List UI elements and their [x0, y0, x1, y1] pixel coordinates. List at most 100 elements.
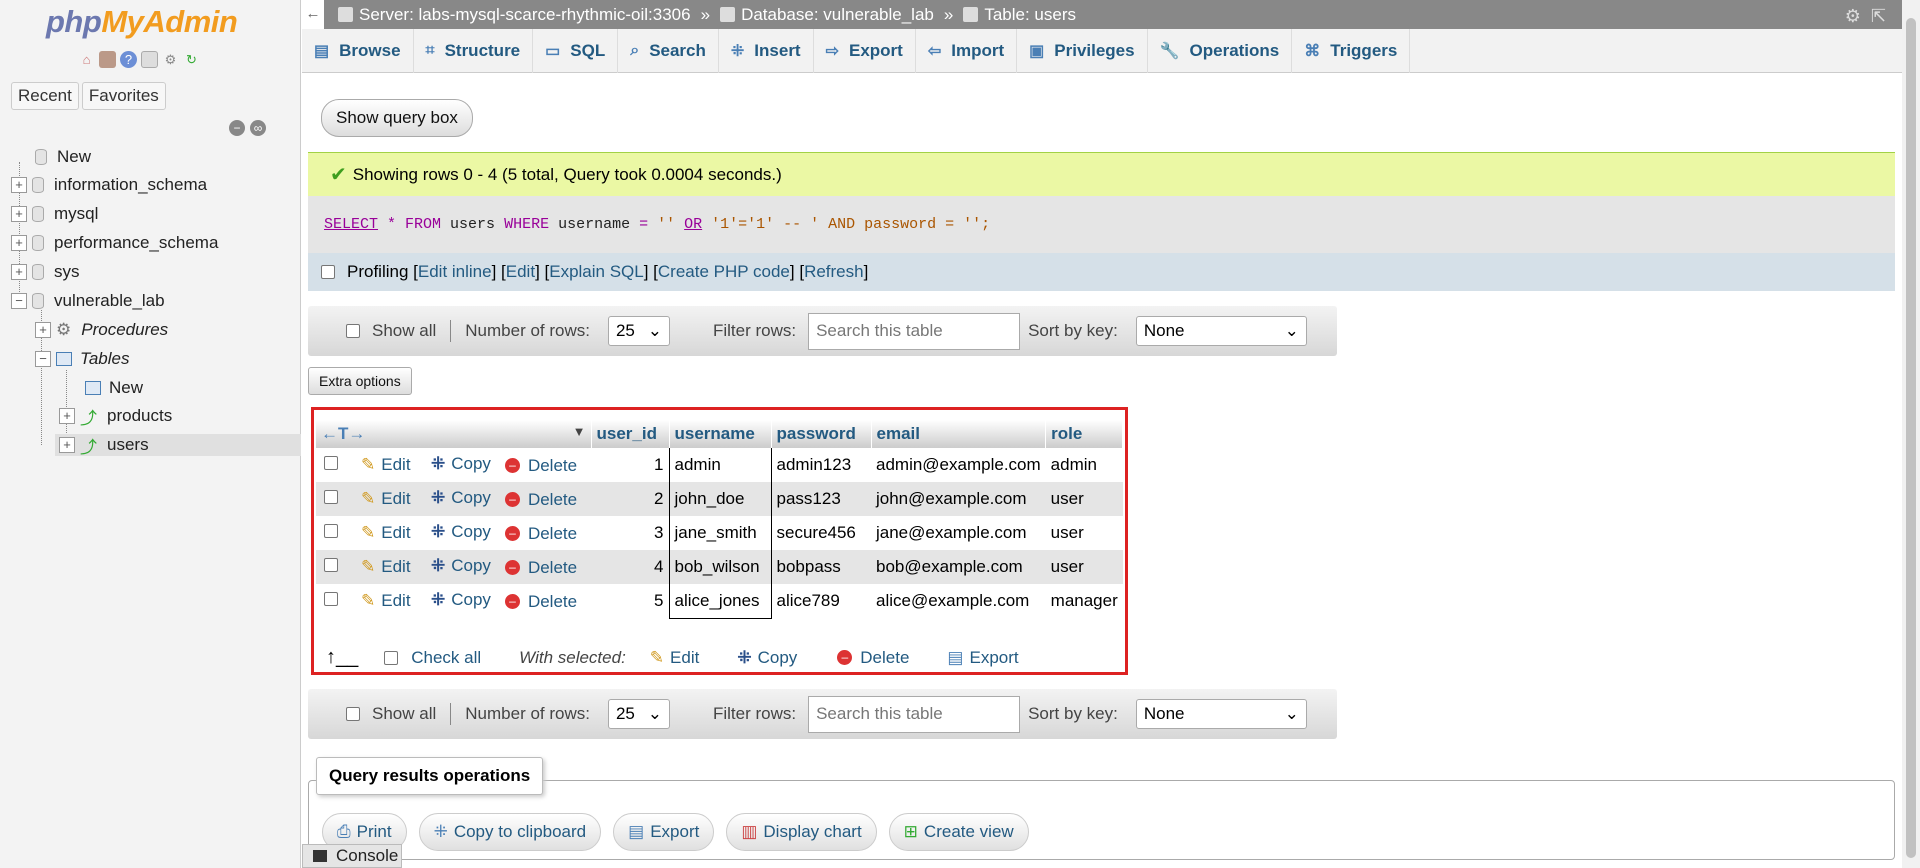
phpmyadmin-logo[interactable]: phpMyAdmin: [46, 4, 238, 40]
tree-item-tables[interactable]: − Tables: [35, 348, 129, 370]
tab-sql[interactable]: ▭ SQL: [533, 29, 619, 73]
sql-keyword[interactable]: OR: [684, 216, 702, 233]
cell-username[interactable]: alice_jones: [668, 584, 772, 619]
row-checkbox[interactable]: [324, 524, 338, 538]
settings-icon[interactable]: ⚙: [162, 51, 179, 68]
cell-password[interactable]: admin123: [771, 448, 871, 482]
collapse-icon[interactable]: ⇱: [1871, 6, 1886, 27]
cell-username[interactable]: bob_wilson: [668, 550, 772, 584]
row-delete-link[interactable]: – Delete: [504, 558, 577, 578]
docs-icon[interactable]: [141, 51, 158, 68]
expand-icon[interactable]: +: [11, 206, 27, 222]
profiling-checkbox[interactable]: [321, 265, 335, 279]
cell-password[interactable]: bobpass: [771, 550, 871, 584]
cell-username[interactable]: admin: [668, 448, 772, 482]
tree-item-sys[interactable]: + sys: [11, 261, 80, 283]
expand-icon[interactable]: +: [59, 437, 75, 453]
bulk-delete-button[interactable]: – Delete: [837, 648, 909, 668]
row-checkbox[interactable]: [324, 558, 338, 572]
collapse-nav-button[interactable]: ←: [302, 0, 324, 29]
explain-sql-link[interactable]: Explain SQL: [549, 262, 644, 282]
tree-item-information-schema[interactable]: + information_schema: [11, 174, 207, 196]
breadcrumb-server[interactable]: Server: labs-mysql-scarce-rhythmic-oil:3…: [338, 5, 691, 25]
breadcrumb-table[interactable]: Table: users: [963, 5, 1076, 25]
row-copy-link[interactable]: ⁜ Copy: [431, 488, 491, 508]
column-header-role[interactable]: role: [1045, 420, 1124, 448]
row-copy-link[interactable]: ⁜ Copy: [431, 454, 491, 474]
row-edit-link[interactable]: ✎ Edit: [361, 557, 411, 577]
collapse-icon[interactable]: −: [11, 293, 27, 309]
cell-user-id[interactable]: 3: [591, 516, 669, 550]
create-php-code-link[interactable]: Create PHP code: [658, 262, 790, 282]
vertical-scrollbar[interactable]: [1902, 0, 1920, 868]
check-all-link[interactable]: Check all: [411, 648, 481, 668]
expand-icon[interactable]: +: [11, 177, 27, 193]
row-checkbox[interactable]: [324, 456, 338, 470]
cell-role[interactable]: manager: [1045, 584, 1123, 618]
refresh-link[interactable]: Refresh: [804, 262, 864, 282]
check-all-checkbox[interactable]: [384, 650, 399, 665]
cell-email[interactable]: bob@example.com: [871, 550, 1046, 584]
bulk-edit-button[interactable]: ✎ Edit: [650, 648, 700, 668]
row-delete-link[interactable]: – Delete: [504, 456, 577, 476]
tab-search[interactable]: ⌕ Search: [618, 29, 719, 73]
column-header-username[interactable]: username: [669, 420, 772, 448]
link-icon[interactable]: ∞: [250, 120, 266, 136]
num-rows-select[interactable]: 25 ⌄: [607, 316, 670, 346]
cell-username[interactable]: john_doe: [668, 482, 772, 516]
extra-options-button[interactable]: Extra options: [308, 367, 412, 395]
cell-username[interactable]: jane_smith: [668, 516, 772, 550]
tab-import[interactable]: ⇦ Import: [916, 29, 1018, 73]
gear-icon[interactable]: ⚙: [1845, 6, 1861, 27]
column-header-user-id[interactable]: user_id: [591, 420, 670, 448]
bulk-export-button[interactable]: ▤ Export: [947, 648, 1018, 668]
collapse-icon[interactable]: −: [35, 351, 51, 367]
create-view-button[interactable]: ⊞ Create view: [888, 813, 1029, 851]
recent-tab[interactable]: Recent: [11, 82, 79, 110]
cell-role[interactable]: user: [1045, 550, 1123, 584]
row-edit-link[interactable]: ✎ Edit: [361, 591, 411, 611]
show-all-checkbox[interactable]: [346, 707, 360, 721]
cell-user-id[interactable]: 5: [591, 584, 669, 618]
column-header-email[interactable]: email: [871, 420, 1047, 448]
cell-role[interactable]: user: [1045, 516, 1123, 550]
cell-user-id[interactable]: 1: [591, 448, 669, 482]
tree-item-products[interactable]: + ⤴ products: [59, 405, 172, 428]
reload-icon[interactable]: ↻: [183, 51, 200, 68]
tab-triggers[interactable]: ⌘ Triggers: [1292, 29, 1411, 73]
row-copy-link[interactable]: ⁜ Copy: [431, 590, 491, 610]
edit-link[interactable]: Edit: [506, 262, 535, 282]
column-resize-icon[interactable]: ←T→: [321, 424, 365, 443]
console-toggle[interactable]: Console: [302, 844, 402, 868]
display-chart-button[interactable]: ▥ Display chart: [726, 813, 877, 851]
help-icon[interactable]: ?: [120, 51, 137, 68]
tab-insert[interactable]: ⁜ Insert: [719, 29, 814, 73]
tree-item-performance-schema[interactable]: + performance_schema: [11, 232, 218, 254]
cell-user-id[interactable]: 2: [591, 482, 669, 516]
expand-icon[interactable]: +: [11, 235, 27, 251]
column-header-password[interactable]: password: [771, 420, 872, 448]
edit-inline-link[interactable]: Edit inline: [418, 262, 492, 282]
show-all-checkbox[interactable]: [346, 324, 360, 338]
tree-item-new[interactable]: New: [19, 146, 91, 168]
cell-email[interactable]: john@example.com: [871, 482, 1046, 516]
row-delete-link[interactable]: – Delete: [504, 490, 577, 510]
sql-keyword[interactable]: SELECT: [324, 216, 378, 233]
tab-browse[interactable]: ▤ Browse: [302, 29, 414, 73]
cell-password[interactable]: alice789: [771, 584, 871, 618]
copy-to-clipboard-button[interactable]: ⁜ Copy to clipboard: [418, 813, 602, 851]
cell-email[interactable]: alice@example.com: [871, 584, 1046, 618]
row-delete-link[interactable]: – Delete: [504, 524, 577, 544]
bulk-copy-button[interactable]: ⁜ Copy: [737, 648, 797, 668]
cell-password[interactable]: secure456: [771, 516, 871, 550]
cell-password[interactable]: pass123: [771, 482, 871, 516]
cell-user-id[interactable]: 4: [591, 550, 669, 584]
row-checkbox[interactable]: [324, 592, 338, 606]
exit-icon[interactable]: [99, 51, 116, 68]
row-delete-link[interactable]: – Delete: [504, 592, 577, 612]
tab-export[interactable]: ⇨ Export: [814, 29, 916, 73]
cell-role[interactable]: admin: [1045, 448, 1123, 482]
filter-rows-input[interactable]: Search this table: [808, 695, 1021, 733]
expand-icon[interactable]: +: [59, 408, 75, 424]
collapse-all-icon[interactable]: −: [229, 120, 245, 136]
